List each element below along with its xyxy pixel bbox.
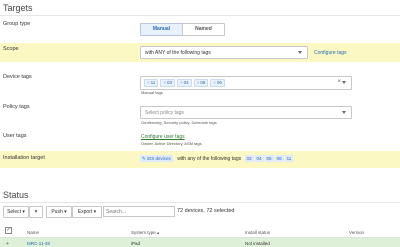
device-count: 72 devices, 72 selected (177, 208, 235, 214)
caret-down-icon (342, 111, 346, 114)
caret-down-icon (342, 81, 346, 84)
device-tag-chip[interactable]: ×03 (160, 79, 175, 87)
user-tags-help: Owner, Active Directory, ASM tags (141, 141, 202, 146)
configure-tags-link[interactable]: Configure tags (314, 50, 347, 56)
policy-tags-help: Geofencing, Security policy, Schedule ta… (141, 120, 217, 125)
caret-down-icon (298, 51, 302, 54)
remove-tag-icon[interactable]: × (163, 80, 166, 85)
remove-tag-icon[interactable]: × (213, 80, 216, 85)
target-tag: 05 (264, 155, 274, 162)
device-tag-chip[interactable]: ×11 (144, 79, 159, 87)
installation-target-value: ✎iOS devices with any of the following t… (140, 155, 294, 162)
table-row[interactable]: + MRC-11-48 iPad Not installed (0, 238, 400, 247)
row-install-status: Not installed (245, 241, 270, 246)
device-tag-chip[interactable]: ×05 (193, 79, 209, 87)
status-divider (0, 202, 400, 203)
target-tag: 04 (254, 155, 264, 162)
scope-value: with ANY of the following tags (145, 50, 211, 56)
clear-x-icon[interactable]: × (337, 79, 341, 85)
user-tags-label: User tags (3, 133, 27, 139)
row-name[interactable]: MRC-11-48 (27, 241, 50, 246)
clear-selection-button[interactable]: × (29, 206, 43, 218)
row-checkbox[interactable]: + (6, 241, 9, 247)
export-dropdown-button[interactable]: Export ▾ (72, 206, 102, 218)
device-tags-chips: ×11 ×03 ×04 ×05 ×06 (144, 79, 227, 87)
push-dropdown-button[interactable]: Push ▾ (46, 206, 72, 218)
select-dropdown-button[interactable]: Select ▾ (3, 206, 29, 218)
device-tag-chip[interactable]: ×04 (176, 79, 192, 87)
target-tag: 03 (244, 155, 254, 162)
installation-target-text: with any of the following tags (177, 156, 242, 162)
policy-tags-label: Policy tags (3, 104, 30, 110)
column-version[interactable]: Version (349, 230, 364, 235)
ios-devices-tag: ✎iOS devices (140, 155, 173, 162)
device-tags-label: Device tags (3, 74, 32, 80)
remove-tag-icon[interactable]: × (147, 80, 150, 85)
scope-select[interactable]: with ANY of the following tags (140, 46, 308, 59)
policy-tags-select[interactable]: Select policy tags (140, 106, 352, 119)
targets-divider (0, 15, 400, 16)
select-all-checkbox[interactable]: ✓ (5, 227, 12, 234)
column-install-status[interactable]: Install status (245, 230, 270, 235)
group-type-manual[interactable]: Manual (140, 23, 183, 36)
device-tags-input[interactable]: ×11 ×03 ×04 ×05 ×06 × (140, 76, 352, 90)
policy-tags-placeholder: Select policy tags (145, 110, 184, 116)
ios-apple-icon: ✎ (142, 156, 146, 161)
installation-target-label: Installation target (3, 155, 45, 161)
group-type-named[interactable]: Named (182, 23, 225, 36)
scope-label: Scope (3, 46, 19, 52)
row-system-type: iPad (131, 241, 141, 246)
search-input[interactable] (103, 206, 175, 217)
device-tags-help: Manual tags (141, 90, 163, 95)
remove-tag-icon[interactable]: × (197, 80, 200, 85)
remove-tag-icon[interactable]: × (180, 80, 183, 85)
column-system-type[interactable]: System type ▴ (131, 230, 159, 236)
status-title: Status (3, 190, 29, 200)
sort-asc-icon: ▴ (157, 230, 160, 235)
table-header: ✓ Name System type ▴ Install status Vers… (0, 225, 400, 238)
column-name[interactable]: Name (27, 230, 39, 235)
group-type-label: Group type (3, 21, 31, 27)
targets-title: Targets (3, 3, 33, 13)
target-tag: 11 (284, 155, 294, 162)
device-tag-chip[interactable]: ×06 (210, 79, 225, 87)
target-tag: 06 (274, 155, 284, 162)
configure-user-tags-link[interactable]: Configure user tags (141, 134, 185, 140)
